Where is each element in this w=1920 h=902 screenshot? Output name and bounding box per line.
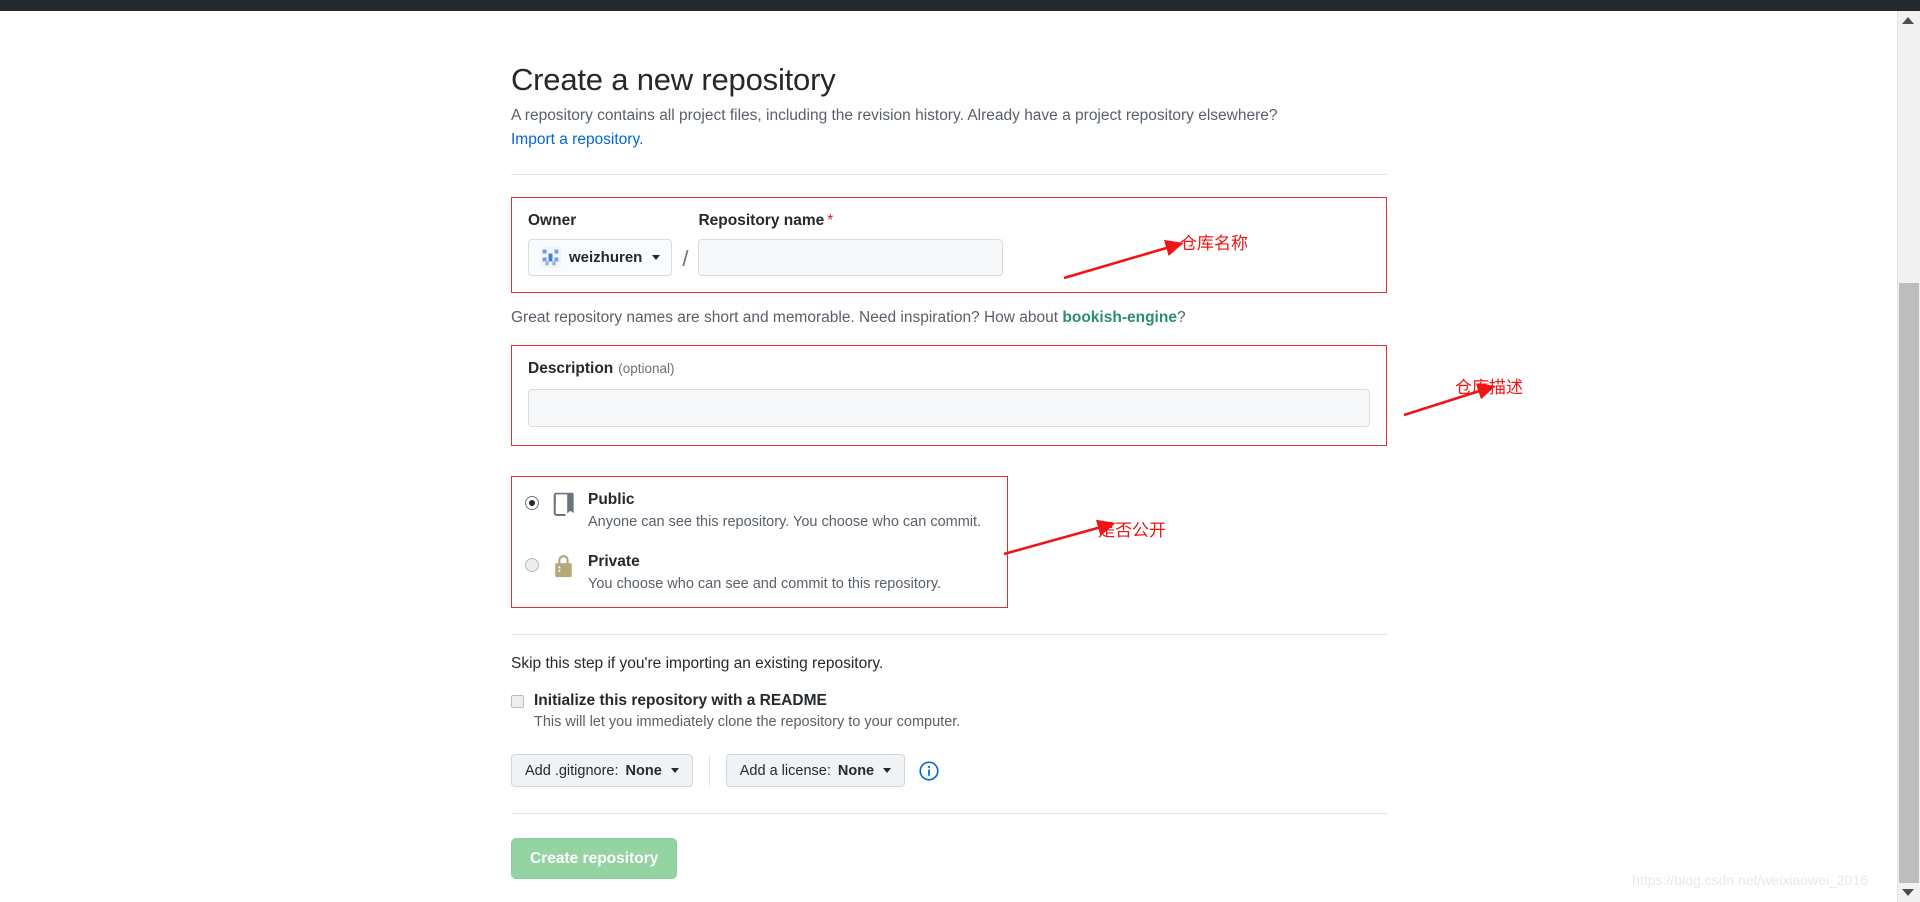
divider-3 — [511, 813, 1387, 814]
license-dropdown-button[interactable]: Add a license: None — [726, 754, 905, 787]
description-input[interactable] — [528, 389, 1370, 427]
hint-prefix: Great repository names are short and mem… — [511, 309, 1062, 326]
owner-and-name-group: Owner weizhuren — [511, 197, 1387, 293]
selector-divider — [709, 755, 710, 786]
vertical-scrollbar[interactable] — [1897, 11, 1920, 902]
visibility-option-public[interactable]: Public Anyone can see this repository. Y… — [525, 490, 991, 532]
annotation-label-visibility: 是否公开 — [1098, 516, 1166, 541]
template-selectors-row: Add .gitignore: None Add a license: None — [511, 754, 1387, 787]
scroll-up-arrow-icon[interactable] — [1902, 17, 1914, 24]
gitignore-dropdown-button[interactable]: Add .gitignore: None — [511, 754, 693, 787]
license-value: None — [838, 763, 874, 779]
private-title: Private — [588, 552, 941, 571]
create-repository-button[interactable]: Create repository — [511, 838, 677, 879]
gitignore-label: Add .gitignore: — [525, 763, 619, 779]
owner-avatar-identicon-icon — [540, 247, 561, 268]
annotation-label-repository-name: 仓库名称 — [1180, 229, 1248, 254]
csdn-watermark: https://blog.csdn.net/weixiaowei_2016 — [1632, 872, 1868, 888]
import-repository-link[interactable]: Import a repository. — [511, 131, 643, 148]
repository-name-field: Repository name* — [698, 212, 1370, 276]
owner-dropdown-button[interactable]: weizhuren — [528, 239, 672, 276]
hint-suffix: ? — [1177, 309, 1186, 326]
suggested-repo-name: bookish-engine — [1062, 309, 1177, 326]
chevron-down-icon — [652, 255, 660, 260]
chevron-down-icon — [883, 768, 891, 773]
owner-label: Owner — [528, 212, 672, 230]
description-optional-tag: (optional) — [618, 361, 674, 376]
public-description: Anyone can see this repository. You choo… — [588, 513, 981, 533]
annotation-label-repository-description: 仓库描述 — [1455, 373, 1523, 398]
repository-name-label-text: Repository name — [698, 212, 824, 229]
page-title: Create a new repository — [511, 61, 1387, 98]
private-description: You choose who can see and commit to thi… — [588, 575, 941, 595]
description-label-row: Description (optional) — [528, 360, 1370, 378]
scroll-down-arrow-icon[interactable] — [1902, 889, 1914, 896]
initialize-readme-checkbox[interactable] — [511, 695, 524, 708]
public-title: Public — [588, 490, 981, 509]
visibility-option-private[interactable]: Private You choose who can see and commi… — [525, 552, 991, 594]
initialize-readme-hint: This will let you immediately clone the … — [534, 714, 960, 730]
annotation-arrow-1 — [1060, 236, 1200, 286]
divider-2 — [511, 634, 1387, 635]
repo-book-icon — [550, 491, 577, 518]
required-asterisk: * — [827, 212, 833, 229]
initialize-readme-text: Initialize this repository with a README… — [534, 691, 960, 730]
visibility-group: Public Anyone can see this repository. Y… — [511, 476, 1008, 608]
browser-top-bar — [0, 0, 1920, 11]
private-radio[interactable] — [525, 558, 539, 572]
description-label: Description — [528, 360, 613, 377]
skip-step-note: Skip this step if you're importing an ex… — [511, 655, 1387, 673]
lock-icon — [550, 553, 577, 580]
owner-name-separator: / — [682, 246, 688, 272]
create-repository-form: Create a new repository A repository con… — [511, 61, 1387, 879]
public-radio[interactable] — [525, 496, 539, 510]
divider-1 — [511, 174, 1387, 175]
page-content: Create a new repository A repository con… — [0, 11, 1898, 902]
repository-name-input[interactable] — [698, 239, 1003, 276]
scrollbar-thumb[interactable] — [1899, 283, 1919, 883]
page-description: A repository contains all project files,… — [511, 104, 1379, 152]
page-description-text: A repository contains all project files,… — [511, 107, 1278, 124]
gitignore-value: None — [626, 763, 662, 779]
initialize-readme-label: Initialize this repository with a README — [534, 691, 960, 710]
initialize-readme-row[interactable]: Initialize this repository with a README… — [511, 691, 1387, 730]
public-option-text: Public Anyone can see this repository. Y… — [588, 490, 981, 532]
owner-field: Owner weizhuren — [528, 212, 672, 276]
private-option-text: Private You choose who can see and commi… — [588, 552, 941, 594]
license-label: Add a license: — [740, 763, 831, 779]
repository-name-label: Repository name* — [698, 212, 1370, 230]
description-group: Description (optional) — [511, 345, 1387, 446]
chevron-down-icon — [671, 768, 679, 773]
owner-name-text: weizhuren — [569, 249, 642, 266]
repository-name-hint: Great repository names are short and mem… — [511, 309, 1387, 327]
info-icon[interactable] — [919, 761, 939, 781]
